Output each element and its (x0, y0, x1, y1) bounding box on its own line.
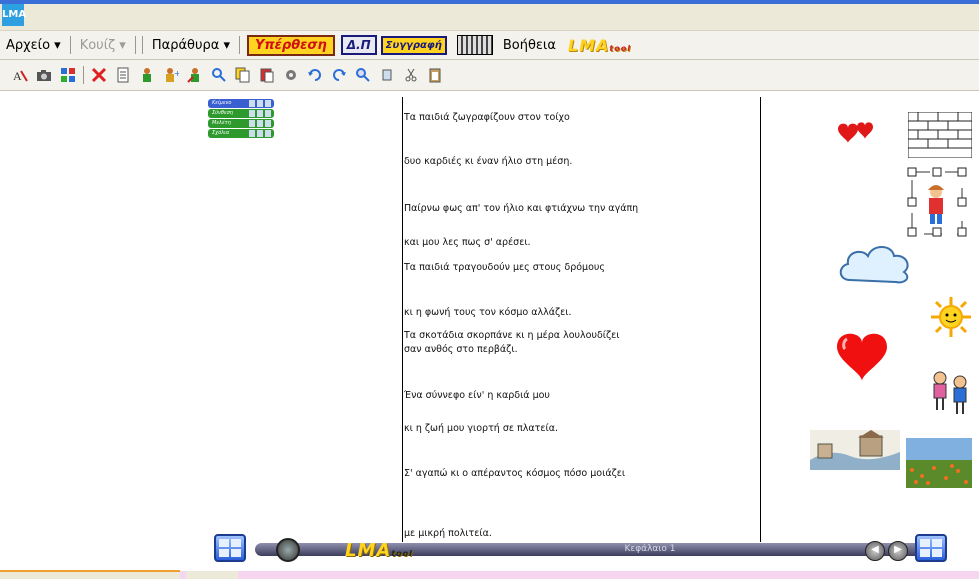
menu-separator (141, 36, 143, 54)
mini-panel-row[interactable]: Μελέτη (208, 119, 274, 128)
camera-icon[interactable] (35, 66, 53, 84)
prev-page-button[interactable]: ◀ (865, 541, 885, 561)
mini-panel-label: Κείμενο (212, 100, 232, 106)
scissors-icon[interactable] (402, 66, 420, 84)
home-button[interactable] (276, 538, 300, 562)
menu-windows[interactable]: Παράθυρα ▾ (146, 38, 236, 53)
cloud-clipart[interactable] (836, 236, 916, 288)
nav-lma-logo-text: LMA (345, 540, 392, 561)
clipboard-icon[interactable] (426, 66, 444, 84)
document-line[interactable]: σαν ανθός στο περβάζι. (404, 344, 518, 355)
wall-clipart[interactable] (908, 112, 972, 158)
settings-icon[interactable] (282, 66, 300, 84)
lma-logo-sub: tool (609, 43, 631, 53)
grid-view-button-right[interactable] (915, 534, 947, 562)
lma-logo: LMAtool (568, 36, 631, 55)
bottom-tab-active[interactable] (0, 570, 180, 579)
document-line[interactable]: και μου λες πως σ' αρέσει. (404, 237, 531, 248)
font-icon[interactable]: A (11, 66, 29, 84)
document-line[interactable]: με μικρή πολιτεία. (404, 528, 492, 539)
svg-text:+: + (174, 69, 179, 78)
toolbar: A + (0, 60, 979, 91)
person-icon[interactable] (138, 66, 156, 84)
document-line[interactable]: Τα παιδιά ζωγραφίζουν στον τοίχο (404, 112, 570, 123)
small-page-icon[interactable] (378, 66, 396, 84)
menu-separator (69, 36, 71, 54)
menu-file[interactable]: Αρχείο ▾ (0, 38, 67, 53)
arrow-left-icon: ◀ (871, 544, 879, 555)
kids-singing-clipart[interactable] (928, 366, 974, 418)
svg-text:A: A (13, 69, 22, 83)
person-edit-icon[interactable] (186, 66, 204, 84)
person-add-icon[interactable]: + (162, 66, 180, 84)
document-line[interactable]: Σ' αγαπώ κι ο απέραντος κόσμος πόσο μοιά… (404, 468, 625, 479)
bottom-tab[interactable] (186, 571, 238, 579)
document-line[interactable]: Ένα σύννεφο είν' η καρδιά μου (404, 390, 550, 401)
zoom-icon[interactable] (354, 66, 372, 84)
title-bar (0, 0, 979, 30)
hearts-clipart[interactable] (833, 118, 888, 148)
page-icon[interactable] (114, 66, 132, 84)
search-person-icon[interactable] (210, 66, 228, 84)
menu-bar: Αρχείο ▾ Κουίζ ▾ Παράθυρα ▾ Υπέρθεση Δ.Π… (0, 30, 979, 60)
mini-panel-label: Σύνθεση (212, 110, 233, 116)
nav-lma-logo: LMAtool (345, 540, 413, 561)
big-heart-clipart[interactable] (833, 327, 891, 383)
menu-separator (238, 36, 240, 54)
sun-clipart[interactable] (930, 296, 972, 338)
mini-panel-row[interactable]: Σχόλια (208, 129, 274, 138)
mini-panel: Κείμενο Σύνθεση Μελέτη Σχόλια (208, 99, 274, 139)
grid-icon (915, 534, 947, 562)
overview-button[interactable]: Υπέρθεση (246, 34, 335, 56)
mini-panel-label: Σχόλια (212, 130, 230, 136)
mini-panel-row[interactable]: Κείμενο (208, 99, 274, 108)
chapter-label: Κεφάλαιο 1 (624, 544, 676, 554)
keyboard-icon[interactable] (456, 35, 493, 55)
menu-help[interactable]: Βοήθεια (497, 38, 562, 53)
menu-separator (134, 36, 136, 54)
dp-button[interactable]: Δ.Π (340, 35, 377, 55)
lma-logo-text: LMA (567, 35, 610, 55)
document-line[interactable]: Τα παιδιά τραγουδούν μες στους δρόμους (404, 262, 605, 273)
flower-field-clipart[interactable] (906, 438, 972, 488)
children-painting-clipart[interactable] (906, 164, 968, 240)
delete-icon[interactable] (90, 66, 108, 84)
document-line[interactable]: κι η ζωή μου γιορτή σε πλατεία. (404, 423, 558, 434)
paste-icon[interactable] (258, 66, 276, 84)
document-line[interactable]: Τα σκοτάδια σκορπάνε κι η μέρα λουλουδίζ… (404, 330, 620, 341)
arrow-right-icon: ▶ (894, 544, 902, 555)
copy-icon[interactable] (234, 66, 252, 84)
writing-button[interactable]: Συγγραφή (380, 35, 447, 55)
undo-icon[interactable] (306, 66, 324, 84)
next-page-button[interactable]: ▶ (888, 541, 908, 561)
mini-panel-label: Μελέτη (212, 120, 231, 126)
nav-lma-logo-sub: tool (391, 549, 413, 558)
toolbar-separator (83, 66, 84, 84)
document-line[interactable]: κι η φωνή τους τον κόσμο αλλάζει. (404, 307, 572, 318)
grid-view-button[interactable] (214, 534, 246, 562)
mini-panel-row[interactable]: Σύνθεση (208, 109, 274, 118)
document-line[interactable]: Παίρνω φως απ' τον ήλιο και φτιάχνω την … (404, 203, 638, 214)
grid-icon (214, 534, 246, 562)
menu-quiz[interactable]: Κουίζ ▾ (74, 38, 132, 53)
city-sketch-clipart[interactable] (810, 430, 900, 470)
grid-icon[interactable] (59, 66, 77, 84)
document-line[interactable]: δυο καρδιές κι έναν ήλιο στη μέση. (404, 156, 572, 167)
app-icon: LMA (2, 4, 26, 26)
redo-icon[interactable] (330, 66, 348, 84)
